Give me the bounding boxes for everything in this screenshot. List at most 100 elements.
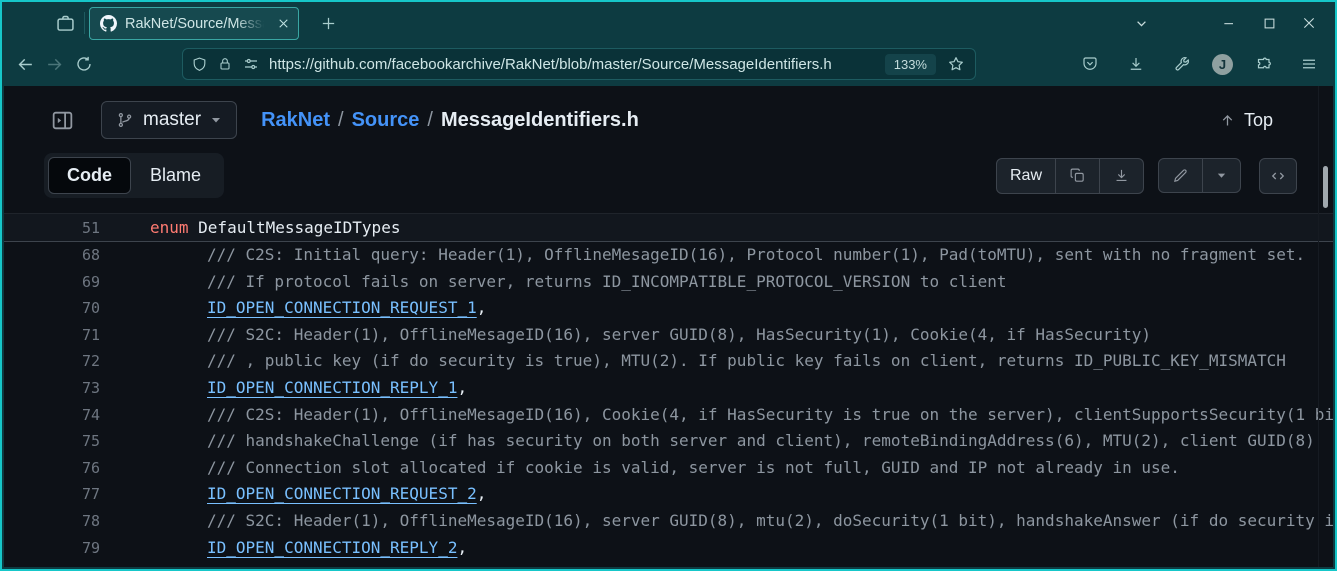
line-number[interactable]: 70 [4,295,100,322]
line-number[interactable]: 72 [4,348,100,375]
bookmark-star-icon[interactable] [945,53,967,75]
code-line: 77 ID_OPEN_CONNECTION_REQUEST_2, [4,481,1333,508]
code-text: ID_OPEN_CONNECTION_REQUEST_2, [114,481,486,508]
caret-down-icon [1216,170,1227,181]
line-number[interactable]: 78 [4,508,100,535]
reload-icon [75,55,93,73]
top-link-label: Top [1244,110,1273,131]
extension-avatar-icon[interactable]: J [1212,54,1233,75]
edit-dropdown-button[interactable] [1202,159,1240,192]
minimize-button[interactable] [1209,7,1249,39]
symbol-link[interactable]: ID_OPEN_CONNECTION_REPLY_2 [207,538,457,557]
pocket-button[interactable] [1074,49,1106,79]
firefox-view-icon [55,13,76,34]
code-text: /// C2S: Header(1), GUID(16), Timestamp,… [114,561,843,567]
tab-bar: RakNet/Source/MessageIdentifi [2,2,1335,44]
code-line: 69 /// If protocol fails on server, retur… [4,269,1333,296]
downloads-button[interactable] [1120,49,1152,79]
close-tab-icon[interactable] [275,15,292,32]
expand-file-tree-button[interactable] [46,104,79,137]
line-number[interactable]: 68 [4,242,100,269]
puzzle-icon [1254,55,1272,73]
file-toolbar: Code Blame Raw [4,148,1333,213]
symbols-panel-button[interactable] [1259,158,1297,194]
line-number[interactable]: 73 [4,375,100,402]
browser-tab[interactable]: RakNet/Source/MessageIdentifi [89,7,299,40]
code-token: /// S2C: Header(1), OfflineMesageID(16),… [207,511,1333,530]
close-window-button[interactable] [1289,7,1329,39]
code-line: 68 /// C2S: Initial query: Header(1), Off… [4,242,1333,269]
back-to-top-link[interactable]: Top [1219,110,1273,131]
code-token: /// , public key (if do security is true… [207,351,1286,370]
line-number[interactable]: 75 [4,428,100,455]
line-number[interactable]: 69 [4,269,100,296]
page-scrollbar[interactable] [1318,86,1333,567]
firefox-view-button[interactable] [48,8,82,38]
line-number[interactable]: 80 [4,561,100,567]
tab-blame[interactable]: Blame [131,157,220,194]
forward-arrow-icon [45,55,64,74]
code-token: DefaultMessageIDTypes [189,218,401,237]
extensions-button[interactable] [1247,49,1279,79]
breadcrumb-file-name: MessageIdentifiers.h [441,109,639,132]
menu-button[interactable] [1293,49,1325,79]
breadcrumb-dir-link[interactable]: Source [352,109,420,132]
chevron-down-icon [1133,15,1150,32]
plus-icon [320,15,337,32]
code-lines: 68 /// C2S: Initial query: Header(1), Off… [4,242,1333,567]
permissions-icon[interactable] [242,55,260,73]
github-page: master RakNet / Source / MessageIdentifi… [4,86,1333,567]
line-number[interactable]: 71 [4,322,100,349]
pocket-icon [1081,55,1099,73]
code-line: 76/// Connection slot allocated if cooki… [4,455,1333,482]
back-button[interactable] [12,49,39,79]
browser-window: RakNet/Source/MessageIdentifi [0,0,1337,571]
code-text: ID_OPEN_CONNECTION_REPLY_2, [114,535,467,562]
code-token: , [457,538,467,557]
code-token: /// C2S: Initial query: Header(1), Offli… [207,245,1305,264]
copy-button[interactable] [1055,159,1099,193]
list-all-tabs-button[interactable] [1121,7,1161,39]
address-bar[interactable]: https://github.com/facebookarchive/RakNe… [182,48,976,80]
scrollbar-thumb[interactable] [1323,166,1328,208]
line-number[interactable]: 79 [4,535,100,562]
line-number[interactable]: 77 [4,481,100,508]
pencil-icon [1172,167,1189,184]
forward-button[interactable] [41,49,68,79]
code-line: 51enum DefaultMessageIDTypes [4,214,1333,242]
tab-title: RakNet/Source/MessageIdentifi [125,16,267,32]
code-text: ID_OPEN_CONNECTION_REPLY_1, [114,375,467,402]
shield-icon[interactable] [191,56,208,73]
minimize-icon [1221,15,1237,31]
maximize-icon [1262,16,1277,31]
breadcrumb-repo-link[interactable]: RakNet [261,109,330,132]
maximize-button[interactable] [1249,7,1289,39]
code-line: 73 ID_OPEN_CONNECTION_REPLY_1, [4,375,1333,402]
code-line: 75/// handshakeChallenge (if has securit… [4,428,1333,455]
download-icon [1127,55,1145,73]
symbol-link[interactable]: ID_OPEN_CONNECTION_REPLY_1 [207,378,457,397]
lock-icon[interactable] [217,56,233,72]
caret-down-icon [210,114,222,126]
edit-button[interactable] [1159,159,1202,192]
symbol-link[interactable]: ID_OPEN_CONNECTION_REQUEST_2 [207,484,477,503]
github-favicon [100,15,117,32]
branch-selector[interactable]: master [101,101,237,139]
url-text[interactable]: https://github.com/facebookarchive/RakNe… [269,56,876,73]
line-number[interactable]: 74 [4,402,100,429]
reload-button[interactable] [71,49,98,79]
raw-button[interactable]: Raw [997,159,1055,193]
code-text: ID_OPEN_CONNECTION_REQUEST_1, [114,295,486,322]
line-number[interactable]: 51 [4,214,100,242]
zoom-level-badge[interactable]: 133% [885,54,936,75]
download-raw-button[interactable] [1099,159,1143,193]
breadcrumb-separator: / [338,109,344,132]
tools-button[interactable] [1166,49,1198,79]
code-token: /// If protocol fails on server, returns… [207,272,1007,291]
code-token: /// S2C: Header(1), OfflineMesageID(16),… [207,325,1151,344]
new-tab-button[interactable] [311,8,345,38]
breadcrumb: RakNet / Source / MessageIdentifiers.h [261,109,639,132]
line-number[interactable]: 76 [4,455,100,482]
tab-code[interactable]: Code [48,157,131,194]
symbol-link[interactable]: ID_OPEN_CONNECTION_REQUEST_1 [207,298,477,317]
